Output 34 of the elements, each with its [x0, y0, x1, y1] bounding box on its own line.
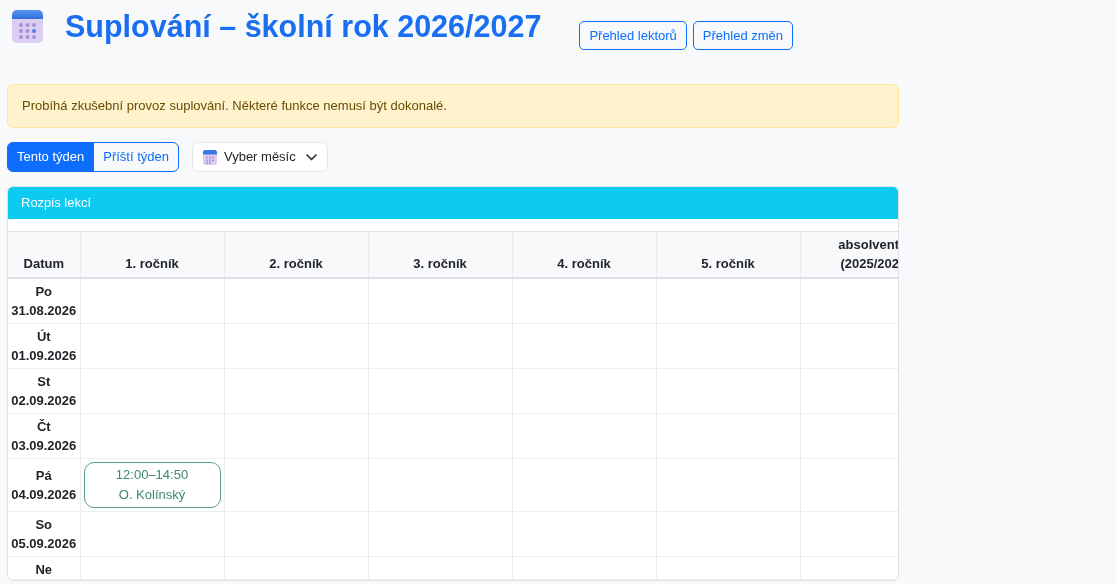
week-tab[interactable]: Tento týden [7, 142, 95, 172]
teacher-name: O. Kolínský [117, 486, 187, 504]
calendar-icon [12, 10, 43, 43]
column-header: 3. ročník [368, 231, 512, 278]
header-button[interactable]: Přehled změn [692, 21, 794, 50]
column-header: 4. ročník [512, 231, 656, 278]
column-header: 1. ročník [80, 231, 224, 278]
chevron-down-icon [305, 153, 317, 161]
lesson-time: 12:00–14:50 [114, 466, 190, 484]
day-label: Čt [35, 418, 52, 436]
page-title: Suplování – školní rok 2026/2027 [65, 8, 542, 45]
warning-alert: Probíhá zkušební provoz suplování. Některé funkce nemusí být dokonalé. [7, 84, 899, 128]
date-label: 04.09.2026 [10, 486, 78, 504]
column-header: absolvent (2025/202 [800, 231, 898, 278]
calendar-icon [202, 149, 217, 165]
schedule-header: Rozpis lekcí [8, 187, 898, 219]
month-dropdown[interactable]: Vyber měsíc [191, 142, 328, 172]
column-header: 2. ročník [224, 231, 368, 278]
date-label: 05.09.2026 [10, 535, 78, 553]
column-header: 5. ročník [656, 231, 800, 278]
header-button[interactable]: Přehled lektorů [579, 21, 687, 50]
lesson-card[interactable]: 12:00–14:50 O. Kolínský [83, 462, 221, 508]
day-label: Pá [34, 467, 53, 485]
day-label: St [36, 373, 52, 391]
date-label: 02.09.2026 [10, 392, 78, 410]
day-label: Út [35, 328, 52, 346]
week-tab[interactable]: Příští týden [93, 142, 179, 172]
date-label: 31.08.2026 [10, 302, 78, 320]
column-header: Datum [8, 231, 80, 278]
date-label: 03.09.2026 [10, 437, 78, 455]
day-label: Po [34, 283, 54, 301]
date-label: 01.09.2026 [10, 347, 78, 365]
day-label: Ne [34, 561, 54, 579]
day-label: So [34, 516, 54, 534]
